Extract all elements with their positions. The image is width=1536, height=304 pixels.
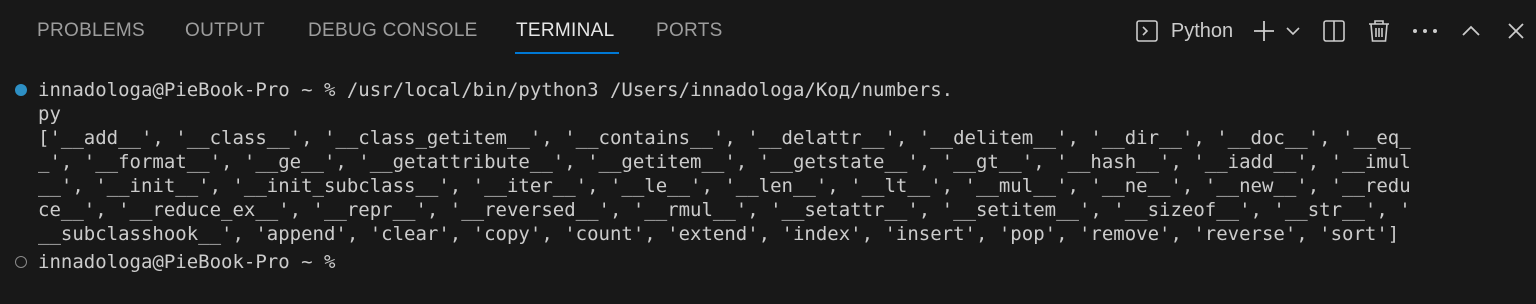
ellipsis-icon[interactable] — [1411, 14, 1439, 48]
trash-icon[interactable] — [1367, 14, 1391, 48]
terminal-output[interactable]: innadologa@PieBook-Pro ~ % /usr/local/bi… — [0, 70, 1536, 304]
close-icon[interactable] — [1505, 14, 1527, 48]
tab-problems[interactable]: PROBLEMS — [37, 20, 145, 42]
command-success-indicator[interactable] — [15, 84, 27, 96]
split-icon[interactable] — [1321, 14, 1347, 48]
terminal-line: ce__', '__reduce_ex__', '__repr__', '__r… — [38, 199, 1411, 221]
terminal-name-label[interactable]: Python — [1168, 14, 1236, 48]
command-pending-indicator[interactable] — [15, 256, 27, 268]
terminal-line: ['__add__', '__class__', '__class_getite… — [38, 127, 1411, 149]
chevron-down-icon[interactable] — [1284, 14, 1302, 48]
terminal-line: py — [38, 103, 61, 125]
active-tab-indicator — [515, 52, 619, 54]
tab-ports[interactable]: PORTS — [656, 20, 723, 42]
plus-icon[interactable] — [1251, 14, 1277, 48]
terminal-line: __', '__init__', '__init_subclass__', '_… — [38, 175, 1411, 197]
terminal-line: innadologa@PieBook-Pro ~ % /usr/local/bi… — [38, 79, 954, 101]
tab-debug-console[interactable]: DEBUG CONSOLE — [308, 20, 478, 42]
terminal-prompt: innadologa@PieBook-Pro ~ % — [38, 251, 336, 273]
tab-output[interactable]: OUTPUT — [185, 20, 265, 42]
terminal-icon[interactable] — [1133, 14, 1161, 48]
terminal-line: __subclasshook__', 'append', 'clear', 'c… — [38, 223, 1400, 245]
chevron-up-icon[interactable] — [1460, 14, 1482, 48]
panel-tab-bar: PROBLEMS OUTPUT DEBUG CONSOLE TERMINAL P… — [0, 0, 1536, 62]
tab-terminal[interactable]: TERMINAL — [516, 20, 614, 42]
terminal-line: _', '__format__', '__ge__', '__getattrib… — [38, 151, 1411, 173]
